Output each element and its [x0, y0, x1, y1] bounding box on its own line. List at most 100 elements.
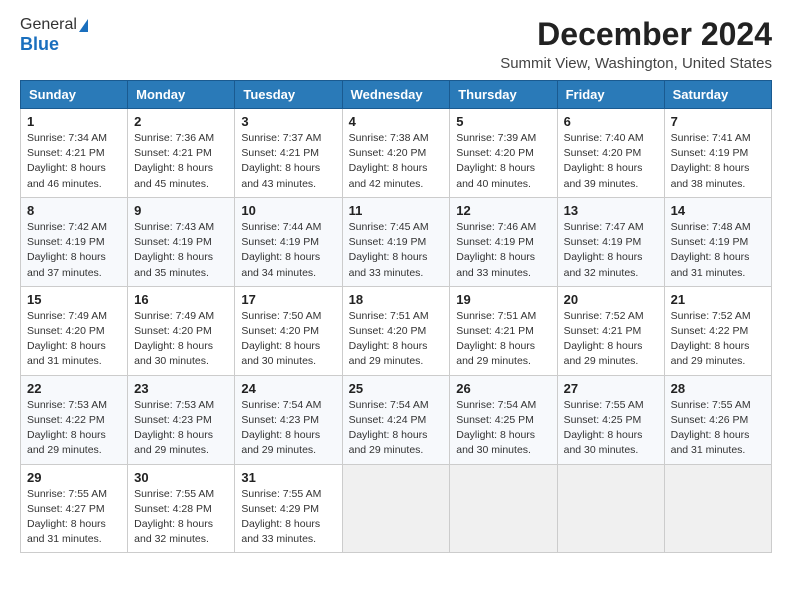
cell-text: Sunrise: 7:38 AMSunset: 4:20 PMDaylight:…	[349, 132, 429, 190]
cell-text: Sunrise: 7:49 AMSunset: 4:20 PMDaylight:…	[134, 310, 214, 368]
calendar-cell: 26 Sunrise: 7:54 AMSunset: 4:25 PMDaylig…	[450, 375, 557, 464]
day-number: 8	[27, 203, 121, 218]
calendar-cell: 18 Sunrise: 7:51 AMSunset: 4:20 PMDaylig…	[342, 286, 450, 375]
calendar-cell: 14 Sunrise: 7:48 AMSunset: 4:19 PMDaylig…	[664, 197, 771, 286]
day-number: 12	[456, 203, 550, 218]
calendar-cell: 21 Sunrise: 7:52 AMSunset: 4:22 PMDaylig…	[664, 286, 771, 375]
cell-text: Sunrise: 7:52 AMSunset: 4:21 PMDaylight:…	[564, 310, 644, 368]
calendar-col-header: Monday	[128, 81, 235, 109]
cell-text: Sunrise: 7:52 AMSunset: 4:22 PMDaylight:…	[671, 310, 751, 368]
logo-blue-text: Blue	[20, 34, 59, 54]
cell-text: Sunrise: 7:55 AMSunset: 4:28 PMDaylight:…	[134, 488, 214, 546]
calendar-cell: 31 Sunrise: 7:55 AMSunset: 4:29 PMDaylig…	[235, 464, 342, 553]
title-area: December 2024 Summit View, Washington, U…	[500, 16, 772, 72]
day-number: 29	[27, 470, 121, 485]
cell-text: Sunrise: 7:55 AMSunset: 4:25 PMDaylight:…	[564, 399, 644, 457]
day-number: 14	[671, 203, 765, 218]
calendar-week-row: 8 Sunrise: 7:42 AMSunset: 4:19 PMDayligh…	[21, 197, 772, 286]
calendar-week-row: 15 Sunrise: 7:49 AMSunset: 4:20 PMDaylig…	[21, 286, 772, 375]
calendar-cell: 19 Sunrise: 7:51 AMSunset: 4:21 PMDaylig…	[450, 286, 557, 375]
page-subtitle: Summit View, Washington, United States	[500, 55, 772, 72]
calendar-col-header: Wednesday	[342, 81, 450, 109]
cell-text: Sunrise: 7:39 AMSunset: 4:20 PMDaylight:…	[456, 132, 536, 190]
day-number: 27	[564, 381, 658, 396]
calendar-cell: 25 Sunrise: 7:54 AMSunset: 4:24 PMDaylig…	[342, 375, 450, 464]
logo: General Blue	[20, 16, 88, 55]
day-number: 25	[349, 381, 444, 396]
page-header: General Blue December 2024 Summit View, …	[20, 16, 772, 72]
cell-text: Sunrise: 7:55 AMSunset: 4:27 PMDaylight:…	[27, 488, 107, 546]
day-number: 5	[456, 114, 550, 129]
cell-text: Sunrise: 7:54 AMSunset: 4:24 PMDaylight:…	[349, 399, 429, 457]
cell-text: Sunrise: 7:54 AMSunset: 4:23 PMDaylight:…	[241, 399, 321, 457]
calendar-cell: 1 Sunrise: 7:34 AMSunset: 4:21 PMDayligh…	[21, 109, 128, 198]
calendar-cell: 29 Sunrise: 7:55 AMSunset: 4:27 PMDaylig…	[21, 464, 128, 553]
calendar-cell: 30 Sunrise: 7:55 AMSunset: 4:28 PMDaylig…	[128, 464, 235, 553]
cell-text: Sunrise: 7:48 AMSunset: 4:19 PMDaylight:…	[671, 221, 751, 279]
calendar-cell: 22 Sunrise: 7:53 AMSunset: 4:22 PMDaylig…	[21, 375, 128, 464]
day-number: 24	[241, 381, 335, 396]
day-number: 23	[134, 381, 228, 396]
cell-text: Sunrise: 7:37 AMSunset: 4:21 PMDaylight:…	[241, 132, 321, 190]
calendar-col-header: Saturday	[664, 81, 771, 109]
day-number: 10	[241, 203, 335, 218]
page-title: December 2024	[500, 16, 772, 53]
calendar-cell: 5 Sunrise: 7:39 AMSunset: 4:20 PMDayligh…	[450, 109, 557, 198]
calendar-cell: 16 Sunrise: 7:49 AMSunset: 4:20 PMDaylig…	[128, 286, 235, 375]
calendar-cell	[664, 464, 771, 553]
day-number: 20	[564, 292, 658, 307]
calendar-col-header: Friday	[557, 81, 664, 109]
cell-text: Sunrise: 7:41 AMSunset: 4:19 PMDaylight:…	[671, 132, 751, 190]
calendar-header: SundayMondayTuesdayWednesdayThursdayFrid…	[21, 81, 772, 109]
calendar-cell	[450, 464, 557, 553]
day-number: 9	[134, 203, 228, 218]
calendar-cell: 7 Sunrise: 7:41 AMSunset: 4:19 PMDayligh…	[664, 109, 771, 198]
calendar-cell: 6 Sunrise: 7:40 AMSunset: 4:20 PMDayligh…	[557, 109, 664, 198]
calendar-cell: 13 Sunrise: 7:47 AMSunset: 4:19 PMDaylig…	[557, 197, 664, 286]
day-number: 19	[456, 292, 550, 307]
calendar-cell: 28 Sunrise: 7:55 AMSunset: 4:26 PMDaylig…	[664, 375, 771, 464]
calendar-week-row: 22 Sunrise: 7:53 AMSunset: 4:22 PMDaylig…	[21, 375, 772, 464]
cell-text: Sunrise: 7:51 AMSunset: 4:20 PMDaylight:…	[349, 310, 429, 368]
day-number: 15	[27, 292, 121, 307]
cell-text: Sunrise: 7:53 AMSunset: 4:22 PMDaylight:…	[27, 399, 107, 457]
calendar-week-row: 1 Sunrise: 7:34 AMSunset: 4:21 PMDayligh…	[21, 109, 772, 198]
calendar-cell: 15 Sunrise: 7:49 AMSunset: 4:20 PMDaylig…	[21, 286, 128, 375]
logo-general-text: General	[20, 16, 77, 34]
cell-text: Sunrise: 7:53 AMSunset: 4:23 PMDaylight:…	[134, 399, 214, 457]
calendar-cell	[342, 464, 450, 553]
day-number: 16	[134, 292, 228, 307]
logo-triangle-icon	[79, 19, 88, 32]
calendar-cell: 17 Sunrise: 7:50 AMSunset: 4:20 PMDaylig…	[235, 286, 342, 375]
day-number: 17	[241, 292, 335, 307]
day-number: 22	[27, 381, 121, 396]
calendar-cell: 23 Sunrise: 7:53 AMSunset: 4:23 PMDaylig…	[128, 375, 235, 464]
day-number: 6	[564, 114, 658, 129]
day-number: 18	[349, 292, 444, 307]
cell-text: Sunrise: 7:54 AMSunset: 4:25 PMDaylight:…	[456, 399, 536, 457]
calendar-cell: 9 Sunrise: 7:43 AMSunset: 4:19 PMDayligh…	[128, 197, 235, 286]
calendar-cell: 4 Sunrise: 7:38 AMSunset: 4:20 PMDayligh…	[342, 109, 450, 198]
day-number: 2	[134, 114, 228, 129]
cell-text: Sunrise: 7:50 AMSunset: 4:20 PMDaylight:…	[241, 310, 321, 368]
day-number: 26	[456, 381, 550, 396]
day-number: 11	[349, 203, 444, 218]
day-number: 28	[671, 381, 765, 396]
cell-text: Sunrise: 7:43 AMSunset: 4:19 PMDaylight:…	[134, 221, 214, 279]
calendar-cell: 11 Sunrise: 7:45 AMSunset: 4:19 PMDaylig…	[342, 197, 450, 286]
calendar-cell: 8 Sunrise: 7:42 AMSunset: 4:19 PMDayligh…	[21, 197, 128, 286]
cell-text: Sunrise: 7:47 AMSunset: 4:19 PMDaylight:…	[564, 221, 644, 279]
day-number: 30	[134, 470, 228, 485]
day-number: 1	[27, 114, 121, 129]
calendar-cell: 3 Sunrise: 7:37 AMSunset: 4:21 PMDayligh…	[235, 109, 342, 198]
cell-text: Sunrise: 7:46 AMSunset: 4:19 PMDaylight:…	[456, 221, 536, 279]
cell-text: Sunrise: 7:42 AMSunset: 4:19 PMDaylight:…	[27, 221, 107, 279]
calendar-cell: 2 Sunrise: 7:36 AMSunset: 4:21 PMDayligh…	[128, 109, 235, 198]
calendar-col-header: Tuesday	[235, 81, 342, 109]
cell-text: Sunrise: 7:49 AMSunset: 4:20 PMDaylight:…	[27, 310, 107, 368]
calendar-cell: 12 Sunrise: 7:46 AMSunset: 4:19 PMDaylig…	[450, 197, 557, 286]
day-number: 3	[241, 114, 335, 129]
calendar-body: 1 Sunrise: 7:34 AMSunset: 4:21 PMDayligh…	[21, 109, 772, 553]
calendar-cell: 27 Sunrise: 7:55 AMSunset: 4:25 PMDaylig…	[557, 375, 664, 464]
cell-text: Sunrise: 7:36 AMSunset: 4:21 PMDaylight:…	[134, 132, 214, 190]
